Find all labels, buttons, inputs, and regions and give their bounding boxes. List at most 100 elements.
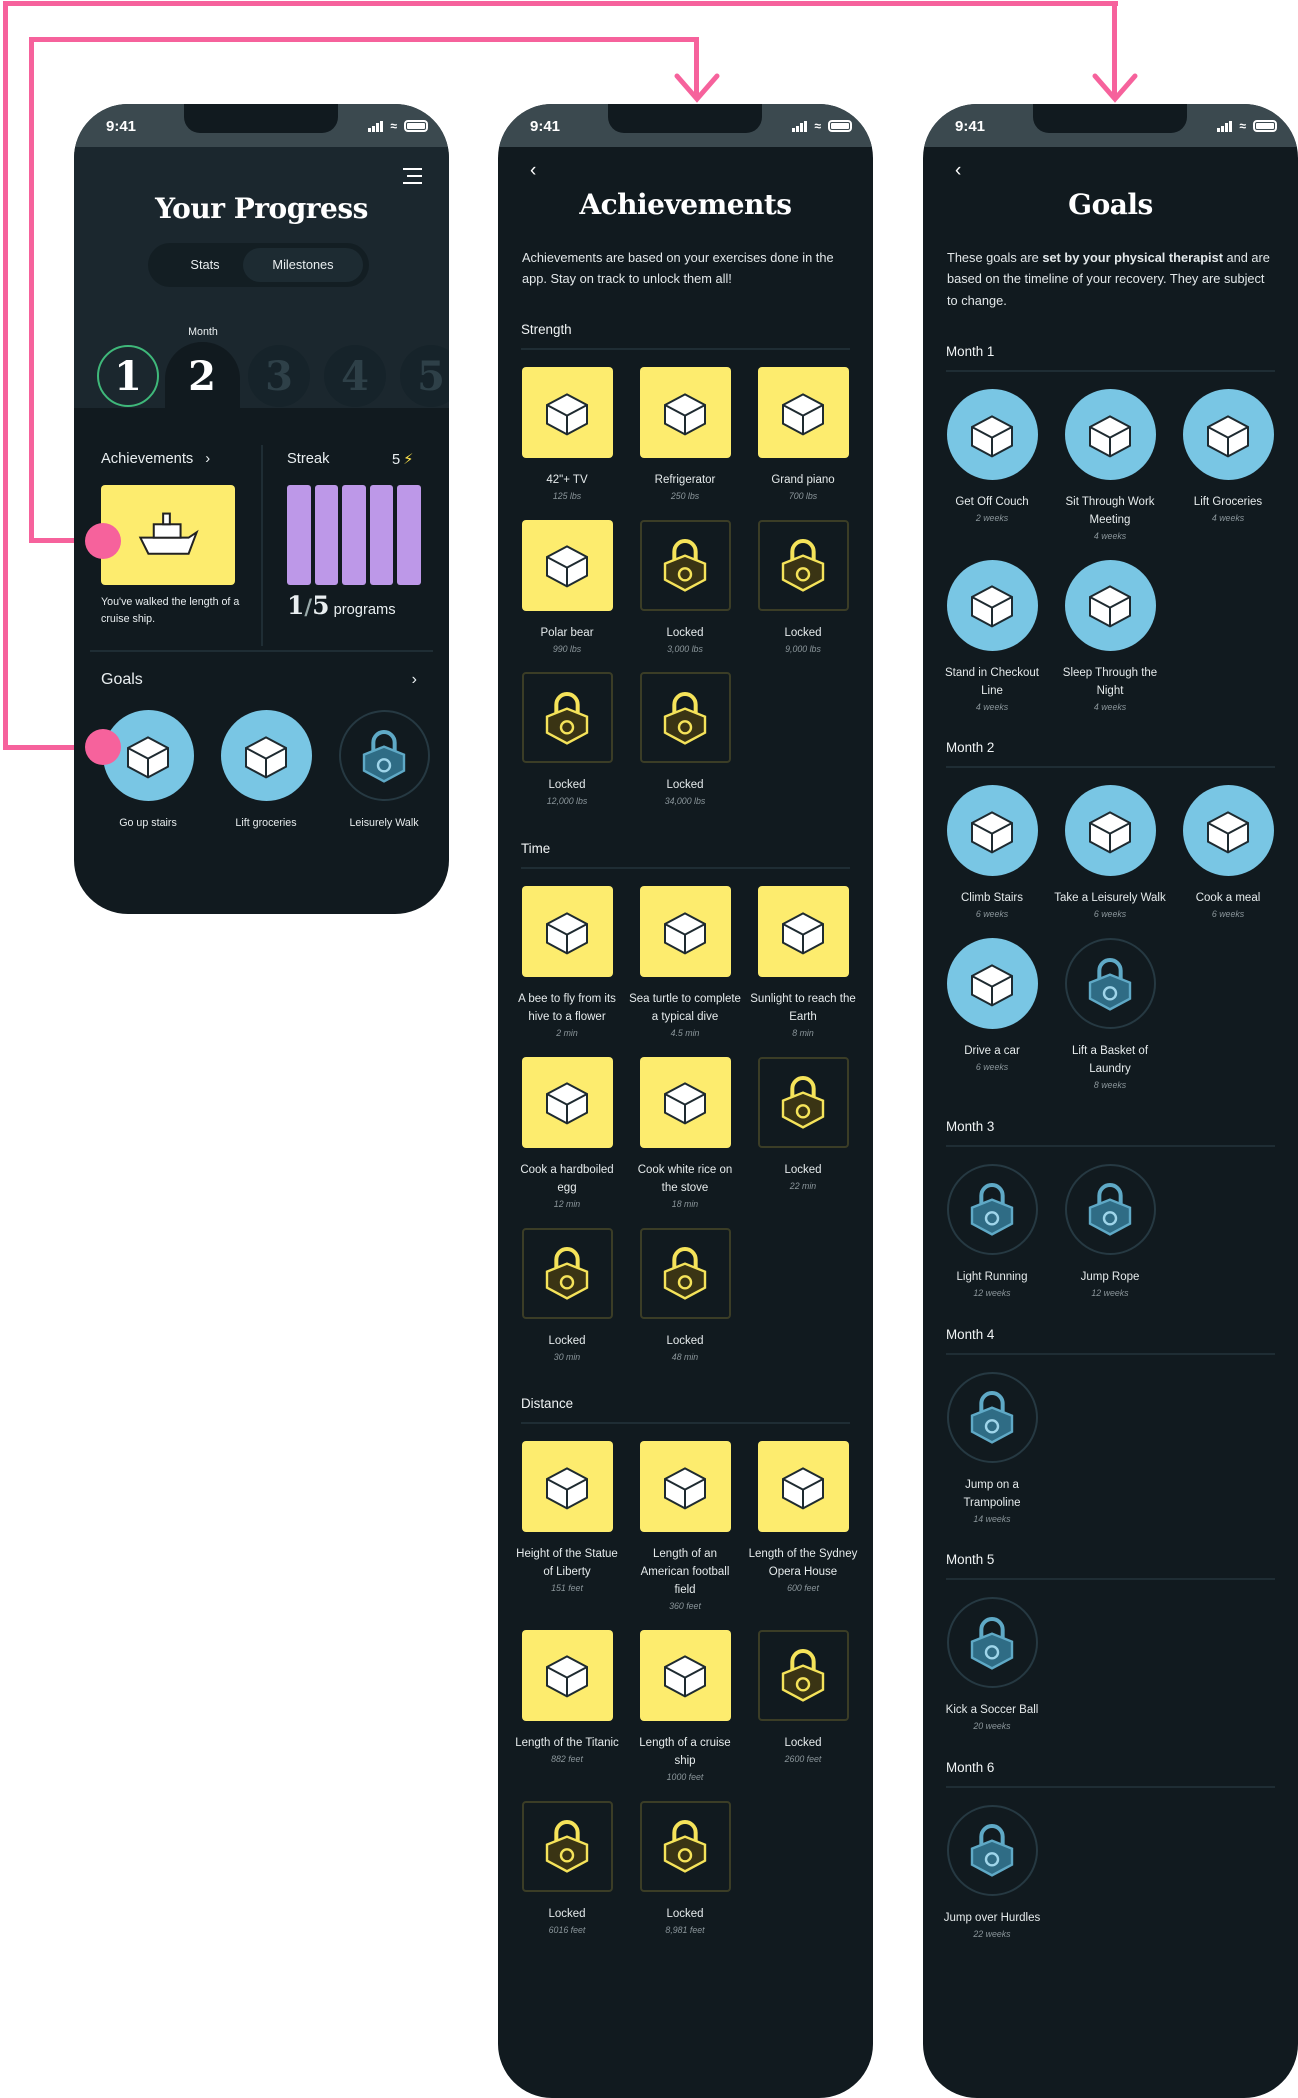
achievement-item[interactable]: Locked 8,981 feet [626, 1800, 744, 1938]
achievement-value: 3,000 lbs [667, 643, 703, 654]
goal-item[interactable]: Drive a car 6 weeks [933, 938, 1051, 1093]
lock-icon [946, 1804, 1038, 1896]
month-title: Month 6 [946, 1760, 1275, 1788]
goal-item[interactable]: Leisurely Walk [325, 710, 443, 832]
achievement-value: 22 min [789, 1180, 817, 1191]
tab-stats[interactable]: Stats [161, 248, 249, 282]
achievement-value: 1000 feet [666, 1771, 704, 1782]
goal-item[interactable]: Go up stairs [89, 710, 207, 832]
flow-line [3, 1, 1118, 6]
month-1-button[interactable]: 1 [97, 345, 159, 407]
achievement-item[interactable]: Length of a cruise ship 1000 feet [626, 1629, 744, 1785]
achievement-item[interactable]: Locked 48 min [626, 1227, 744, 1365]
achievement-item[interactable]: Locked 6016 feet [508, 1800, 626, 1938]
goal-item[interactable]: Lift Groceries 4 weeks [1169, 389, 1287, 544]
achievement-item[interactable]: Length of the Sydney Opera House 600 feet [744, 1441, 862, 1614]
achievement-item[interactable]: 42"+ TV 125 lbs [508, 367, 626, 504]
achievement-item[interactable]: Refrigerator 250 lbs [626, 367, 744, 504]
goal-item[interactable]: Kick a Soccer Ball 20 weeks [933, 1597, 1051, 1734]
achievement-item[interactable]: Locked 22 min [744, 1056, 862, 1212]
month-3-button[interactable]: 3 [248, 345, 310, 407]
achievement-item[interactable]: Locked 2600 feet [744, 1629, 862, 1785]
goal-duration: 2 weeks [975, 513, 1009, 523]
achievement-value: 990 lbs [552, 643, 582, 654]
achievement-label: Length of the Titanic [515, 1736, 619, 1749]
back-chevron-icon[interactable]: ‹ [955, 160, 961, 182]
lock-icon [757, 1056, 849, 1148]
goal-label: Kick a Soccer Ball [945, 1704, 1039, 1717]
achievement-item[interactable]: Locked 3,000 lbs [626, 519, 744, 657]
goal-label: Jump on a Trampoline [963, 1478, 1021, 1509]
achievement-item[interactable]: Polar bear 990 lbs [508, 519, 626, 657]
goal-item[interactable]: Lift a Basket of Laundry 8 weeks [1051, 938, 1169, 1093]
back-chevron-icon[interactable]: ‹ [530, 160, 536, 182]
month-label: Month [188, 326, 218, 338]
achievement-item[interactable]: Sea turtle to complete a typical dive 4.5… [626, 886, 744, 1041]
goals-link[interactable]: Goals › [101, 671, 417, 689]
goal-item[interactable]: Climb Stairs 6 weeks [933, 785, 1051, 922]
statue-of-liberty-icon [521, 1441, 613, 1533]
achievement-label: Locked [784, 1736, 822, 1749]
achievement-label: Locked [784, 1163, 822, 1176]
streak-bar [287, 485, 311, 585]
goal-duration: 6 weeks [1211, 909, 1245, 920]
achievement-item[interactable]: Height of the Statue of Liberty 151 feet [508, 1441, 626, 1614]
menu-icon[interactable] [403, 168, 422, 184]
achievement-item[interactable]: Grand piano 700 lbs [744, 367, 862, 504]
flow-canvas: 9:41 ≈ Your Progress Stats Milestones Mo… [0, 0, 1298, 2098]
achievement-value: 8 min [792, 1028, 814, 1039]
achievement-item[interactable]: Locked 34,000 lbs [626, 672, 744, 809]
achievement-item[interactable]: A bee to fly from its hive to a flower 2 … [508, 886, 626, 1041]
goal-label: Jump Rope [1080, 1270, 1140, 1283]
lock-icon [639, 672, 731, 764]
goal-item[interactable]: Stand in Checkout Line 4 weeks [933, 559, 1051, 715]
month-4-button[interactable]: 4 [324, 345, 386, 407]
achievement-label: Refrigerator [654, 474, 716, 486]
goal-item[interactable]: Jump on a Trampoline 14 weeks [933, 1371, 1051, 1527]
achievement-value: 250 lbs [670, 491, 700, 501]
goal-item[interactable]: Jump over Hurdles 22 weeks [933, 1804, 1051, 1942]
wifi-icon: ≈ [1239, 119, 1246, 133]
streak-fraction-sep: / [304, 594, 313, 619]
goal-item[interactable]: Get Off Couch 2 weeks [933, 389, 1051, 544]
chevron-right-icon: › [205, 451, 211, 467]
goal-item[interactable]: Take a Leisurely Walk 6 weeks [1051, 785, 1169, 922]
achievement-item[interactable]: Locked 30 min [508, 1227, 626, 1365]
achievement-item[interactable]: Cook white rice on the stove 18 min [626, 1056, 744, 1212]
achievement-item[interactable]: Locked 9,000 lbs [744, 519, 862, 657]
achievements-link[interactable]: Achievements › [101, 451, 210, 467]
month-2-button[interactable]: 2 [171, 345, 233, 407]
streak-bar [369, 485, 394, 585]
tv-icon [521, 367, 613, 458]
goal-item[interactable]: Sleep Through the Night 4 weeks [1051, 559, 1169, 715]
achievement-label: Cook white rice on the stove [637, 1163, 733, 1194]
goals-title: Goals [101, 671, 143, 688]
titanic-icon [521, 1629, 613, 1721]
achievement-label: A bee to fly from its hive to a flower [518, 993, 616, 1024]
lock-icon [639, 1800, 731, 1892]
tab-milestones[interactable]: Milestones [243, 248, 363, 282]
goal-duration: 4 weeks [975, 701, 1009, 712]
goal-month-section: Month 3 Light Running 12 weeks Jump Rope 12 … [946, 1119, 1275, 1301]
goal-item[interactable]: Lift groceries [207, 710, 325, 832]
notch [1033, 104, 1187, 133]
lock-icon [757, 519, 849, 611]
goal-item[interactable]: Light Running 12 weeks [933, 1163, 1051, 1301]
lock-icon [521, 1800, 613, 1892]
achievement-value: 600 feet [787, 1583, 819, 1594]
section-divider [261, 445, 263, 646]
goal-item[interactable]: Sit Through Work Meeting 4 weeks [1051, 389, 1169, 544]
month-title: Month 5 [946, 1552, 1275, 1581]
achievement-item[interactable]: Sunlight to reach the Earth 8 min [744, 886, 862, 1041]
achievement-value: 4.5 min [670, 1028, 700, 1039]
achievement-item[interactable]: Length of an American football field 360 … [626, 1441, 744, 1614]
achievement-item[interactable]: Cook a hardboiled egg 12 min [508, 1056, 626, 1212]
goal-item[interactable]: Jump Rope 12 weeks [1051, 1163, 1169, 1301]
achievement-item[interactable]: Locked 12,000 lbs [508, 672, 626, 809]
achievement-item[interactable]: Length of the Titanic 882 feet [508, 1629, 626, 1785]
goal-grid: Climb Stairs 6 weeks Take a Leisurely Walk… [933, 785, 1287, 1092]
wifi-icon: ≈ [814, 119, 821, 133]
achievement-card[interactable] [101, 485, 235, 585]
goal-item[interactable]: Cook a meal 6 weeks [1169, 785, 1287, 922]
status-time: 9:41 [955, 118, 986, 135]
